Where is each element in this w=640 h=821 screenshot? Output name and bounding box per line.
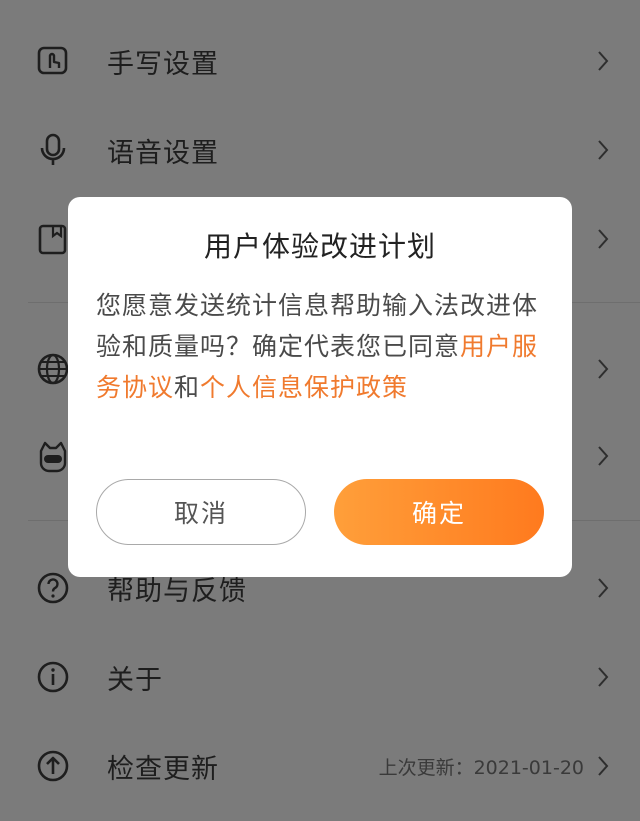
settings-item-label: 检查更新 <box>107 753 219 785</box>
dialog-title: 用户体验改进计划 <box>203 230 436 263</box>
settings-item-label: 语音设置 <box>107 137 219 169</box>
settings-item-check-update[interactable]: 检查更新 上次更新：2021-01-20 <box>0 731 640 801</box>
handwriting-icon <box>36 44 70 78</box>
chevron-right-icon <box>596 755 610 777</box>
microphone-icon <box>36 133 70 167</box>
dialog-body: 您愿意发送统计信息帮助输入法改进体验和质量吗？确定代表您已同意用户服务协议和个人… <box>96 285 546 408</box>
settings-item-voice[interactable]: 语音设置 <box>0 115 640 185</box>
settings-item-handwriting[interactable]: 手写设置 <box>0 26 640 96</box>
settings-item-about[interactable]: 关于 <box>0 642 640 712</box>
info-icon <box>36 660 70 694</box>
last-update-text: 上次更新：2021-01-20 <box>378 756 584 779</box>
chevron-right-icon <box>596 358 610 380</box>
chevron-right-icon <box>596 139 610 161</box>
chevron-right-icon <box>596 228 610 250</box>
chevron-right-icon <box>596 577 610 599</box>
user-experience-dialog: 用户体验改进计划 您愿意发送统计信息帮助输入法改进体验和质量吗？确定代表您已同意… <box>68 197 572 577</box>
upload-icon <box>36 749 70 783</box>
settings-item-label: 手写设置 <box>107 48 219 80</box>
cancel-button[interactable]: 取消 <box>96 479 306 545</box>
chevron-right-icon <box>596 50 610 72</box>
book-icon <box>36 222 70 256</box>
mascot-icon <box>36 439 70 473</box>
chevron-right-icon <box>596 445 610 467</box>
chevron-right-icon <box>596 666 610 688</box>
confirm-button[interactable]: 确定 <box>334 479 544 545</box>
privacy-policy-link[interactable]: 个人信息保护政策 <box>200 373 408 402</box>
globe-icon <box>36 352 70 386</box>
dialog-conjunction: 和 <box>174 373 201 402</box>
settings-item-label: 关于 <box>107 664 163 696</box>
help-icon <box>36 571 70 605</box>
